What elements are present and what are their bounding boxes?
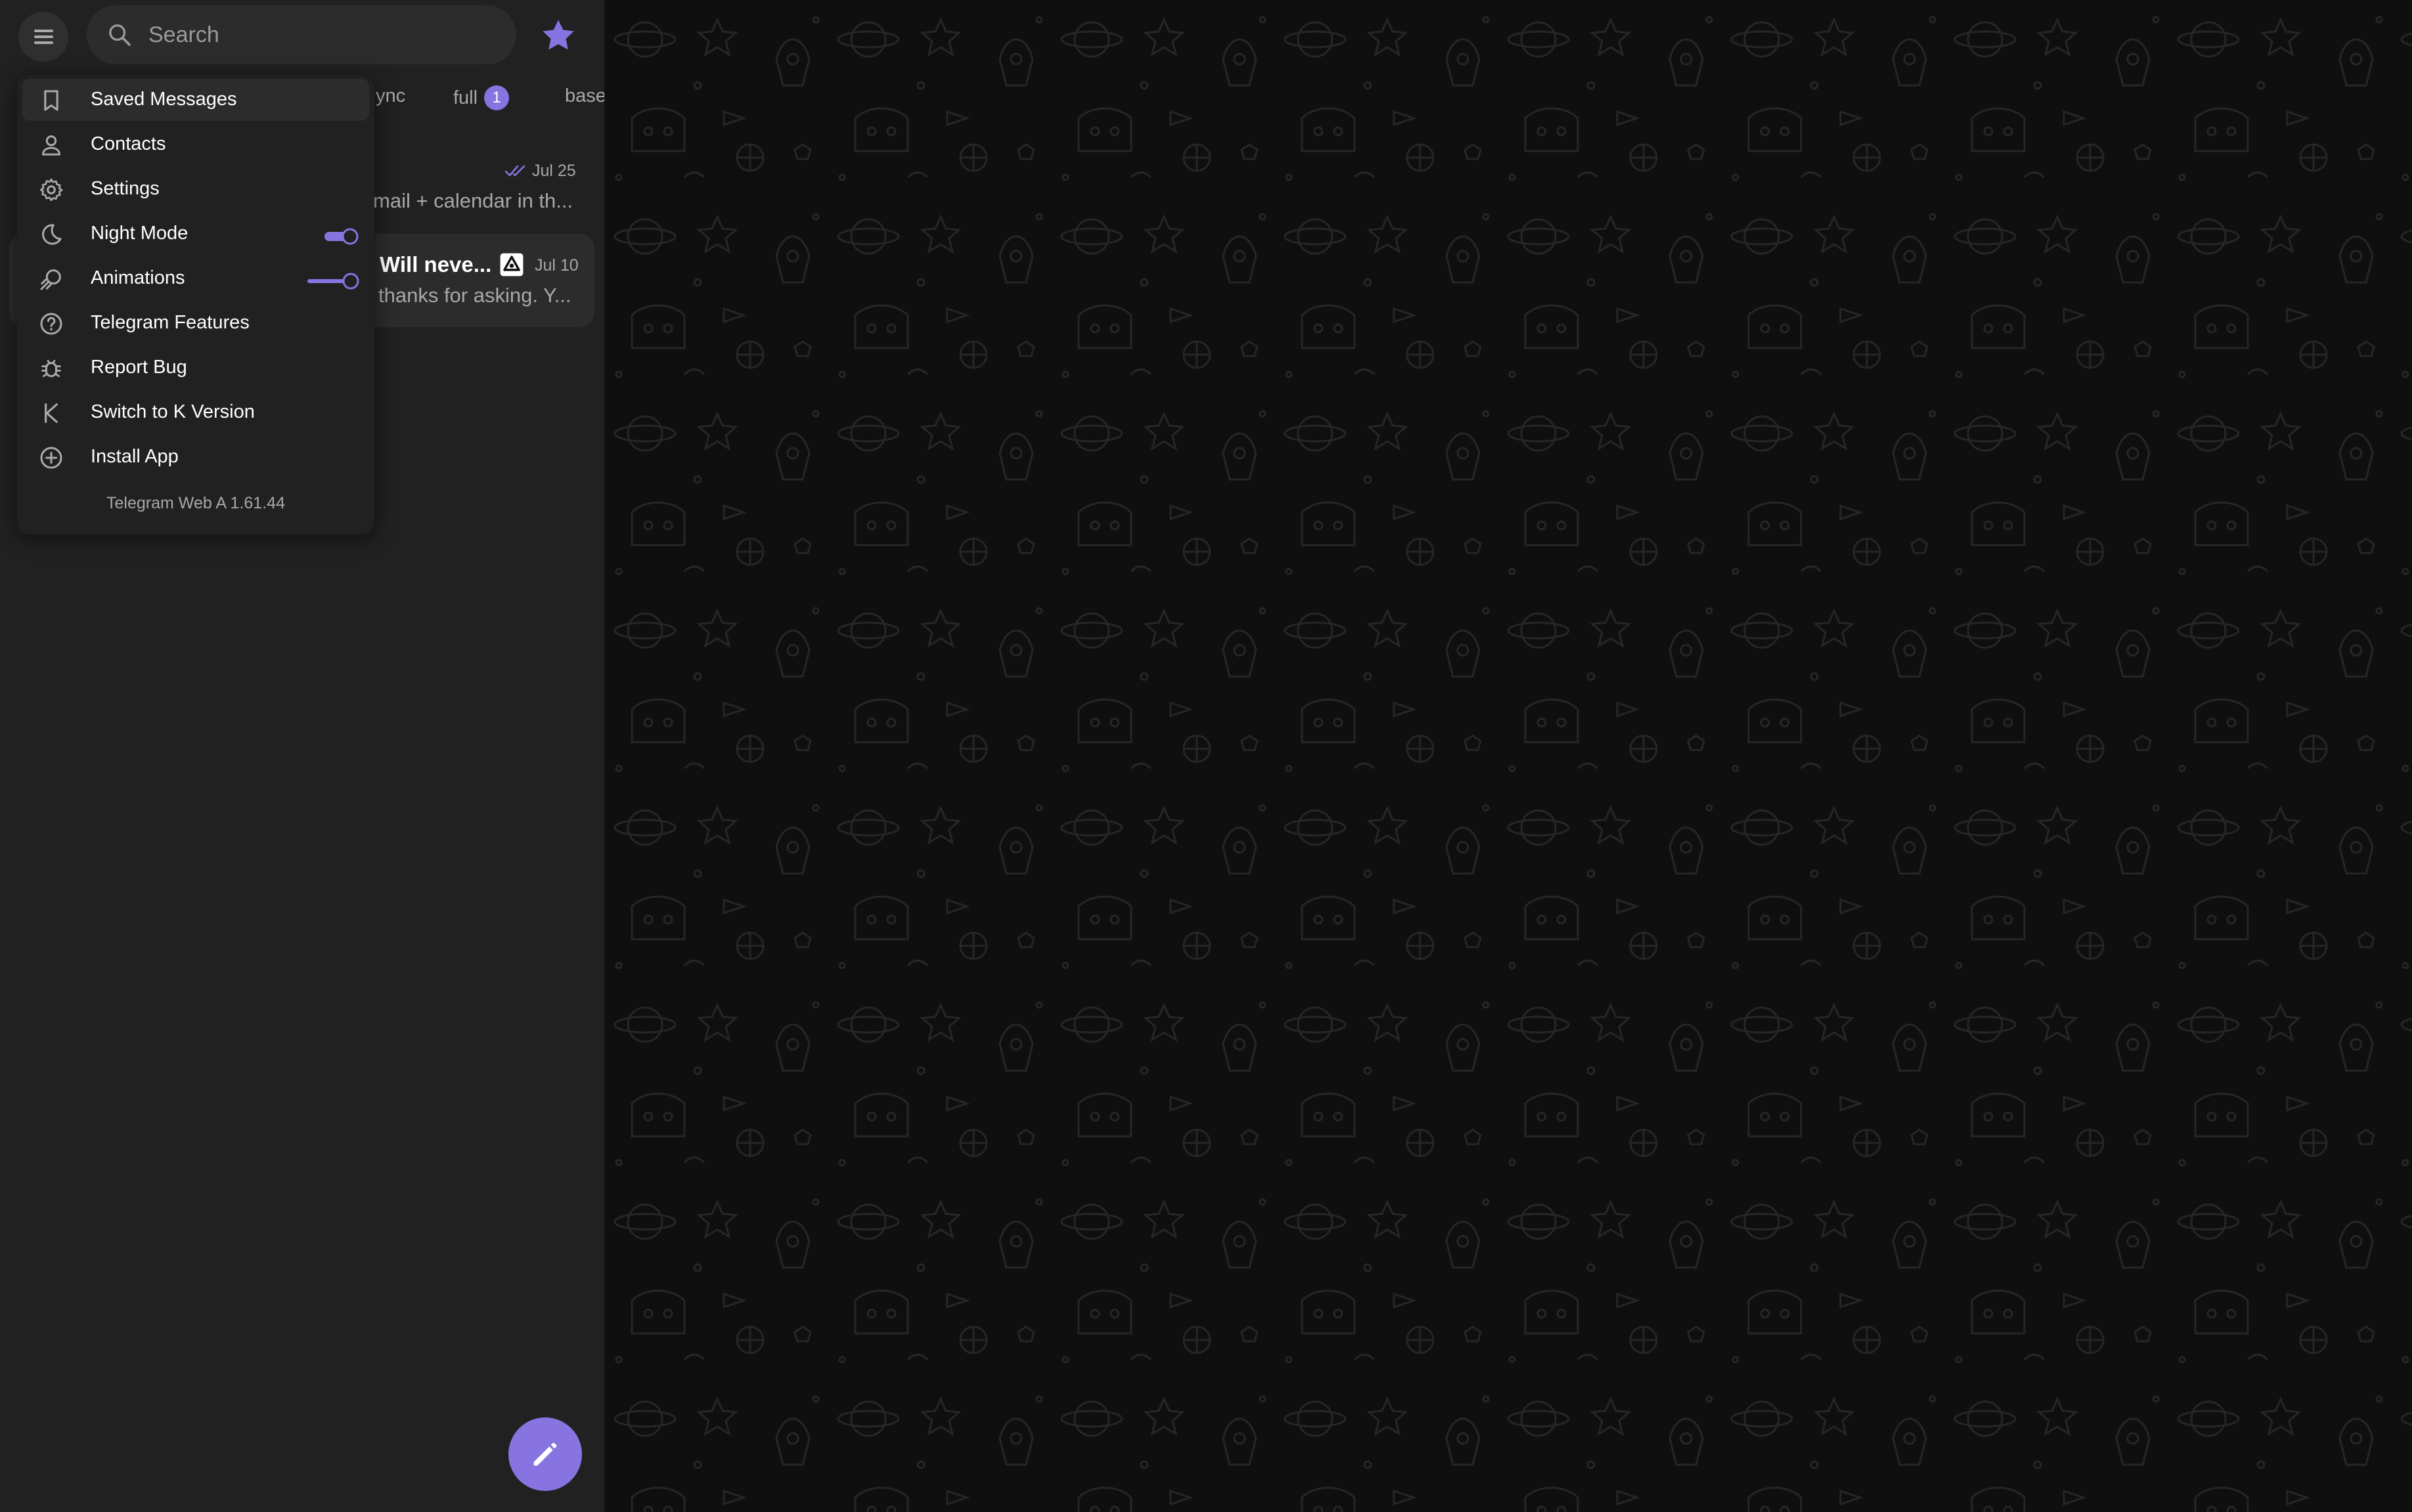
unread-badge: 1 [484, 85, 510, 110]
main-menu-button[interactable] [18, 12, 68, 62]
star-icon [543, 20, 574, 50]
main-menu: Saved Messages Contacts Settings Night M… [17, 75, 374, 535]
animations-slider[interactable] [306, 272, 360, 290]
chat-preview: thanks for asking. Y... [378, 284, 571, 307]
menu-item-night-mode[interactable]: Night Mode [22, 213, 369, 255]
chat-list-column: ync full1 base Jul 25 mail + calendar in… [0, 0, 606, 1512]
k-letter-icon [45, 403, 58, 423]
animations-icon [40, 269, 61, 290]
chat-date: Jul 25 [532, 162, 576, 180]
menu-item-saved-messages[interactable]: Saved Messages [22, 79, 369, 121]
plus-circle-icon [40, 447, 62, 469]
chat-background [606, 0, 2412, 1512]
gear-icon [39, 178, 63, 202]
menu-item-switch-k-version[interactable]: Switch to K Version [22, 391, 369, 434]
night-mode-toggle[interactable] [323, 227, 360, 246]
new-message-button[interactable] [508, 1417, 582, 1491]
search-icon [109, 24, 131, 46]
double-check-icon [504, 165, 525, 177]
tab-base[interactable]: base [565, 85, 604, 107]
menu-item-animations[interactable]: Animations [22, 257, 369, 300]
pencil-icon [533, 1442, 557, 1466]
tab-sync[interactable]: ync [376, 85, 405, 107]
menu-item-settings[interactable]: Settings [22, 168, 369, 210]
chat-preview: mail + calendar in th... [373, 189, 573, 212]
menu-item-install-app[interactable]: Install App [22, 436, 369, 478]
chat-title: Will neve... [380, 252, 492, 277]
menu-item-telegram-features[interactable]: Telegram Features [22, 302, 369, 344]
menu-item-report-bug[interactable]: Report Bug [22, 347, 369, 389]
help-icon [40, 313, 62, 335]
search-input[interactable] [147, 21, 465, 49]
moon-icon [42, 224, 62, 245]
app-version: Telegram Web A 1.61.44 [106, 494, 285, 512]
verified-bot-icon [500, 253, 524, 277]
tab-full[interactable]: full 1 [453, 85, 510, 110]
hamburger-icon [34, 30, 53, 32]
doodle-pattern [606, 0, 2412, 1512]
search-box[interactable] [87, 5, 516, 64]
bug-icon [41, 359, 61, 378]
menu-item-contacts[interactable]: Contacts [22, 123, 369, 166]
chat-date: Jul 10 [535, 256, 579, 275]
stories-star-button[interactable] [539, 16, 578, 55]
person-icon [42, 135, 60, 156]
bookmark-icon [44, 90, 58, 111]
